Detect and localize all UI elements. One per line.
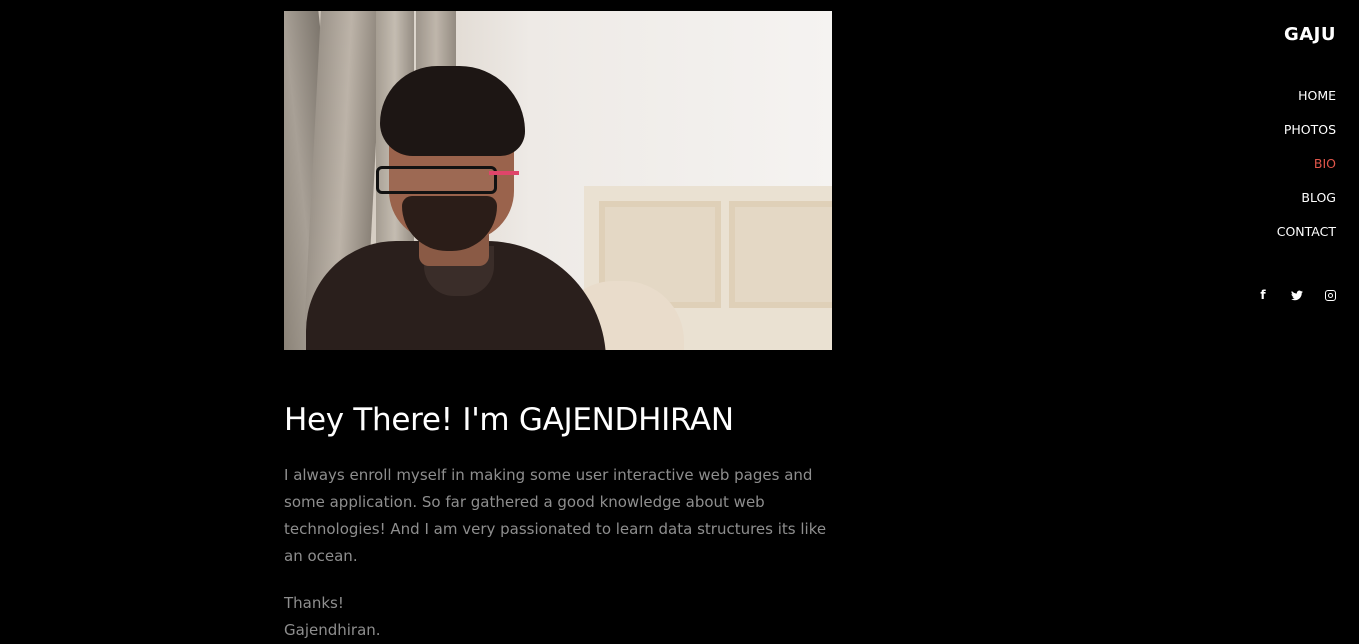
signoff: Thanks! Gajendhiran.	[284, 590, 832, 644]
main-content: Hey There! I'm GAJENDHIRAN I always enro…	[284, 11, 832, 644]
page-title: Hey There! I'm GAJENDHIRAN	[284, 402, 734, 438]
instagram-icon[interactable]	[1325, 290, 1336, 301]
facebook-icon[interactable]: f	[1257, 288, 1269, 302]
signoff-name: Gajendhiran.	[284, 621, 381, 639]
photo-hair	[380, 66, 525, 156]
main-nav: HOME PHOTOS BIO BLOG CONTACT	[1277, 88, 1336, 258]
nav-photos[interactable]: PHOTOS	[1277, 122, 1336, 138]
signoff-thanks: Thanks!	[284, 594, 344, 612]
nav-bio[interactable]: BIO	[1277, 156, 1336, 172]
site-brand[interactable]: GAJU	[1284, 24, 1336, 45]
bio-paragraph: I always enroll myself in making some us…	[284, 466, 827, 565]
nav-home[interactable]: HOME	[1277, 88, 1336, 104]
twitter-icon[interactable]	[1291, 288, 1303, 302]
nav-contact[interactable]: CONTACT	[1277, 224, 1336, 240]
photo-window	[729, 201, 832, 308]
photo-glasses	[376, 166, 497, 194]
social-links: f	[1235, 288, 1336, 302]
nav-blog[interactable]: BLOG	[1277, 190, 1336, 206]
photo-glasses-temple	[489, 171, 519, 175]
profile-photo	[284, 11, 832, 350]
